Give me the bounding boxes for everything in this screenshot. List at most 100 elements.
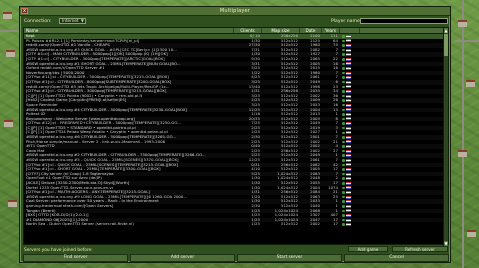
online-status-icon [342,122,345,125]
online-status-icon [342,48,345,52]
column-map-size[interactable]: Map size [262,28,300,33]
country-flag-icon [345,85,351,89]
column-clients[interactable]: Clients [234,28,262,33]
close-icon[interactable]: x [21,8,28,14]
list-scrollbar[interactable]: ▲ ▼ [443,28,448,246]
online-status-icon [342,39,345,43]
start-server-button[interactable]: Start server [237,254,342,262]
add-game-button[interactable]: Add game [348,246,388,252]
country-flag-icon [345,204,351,208]
connection-value: Internet [62,18,79,23]
online-status-icon [342,117,345,121]
online-status-icon [342,172,345,176]
country-flag-icon [345,39,351,43]
online-status-icon [342,218,345,222]
country-flag-icon [345,103,351,107]
country-flag-icon [345,48,351,52]
country-flag-icon [345,126,351,130]
country-flag-icon [345,34,351,38]
online-status-icon [342,223,345,226]
server-date: 2002 [310,222,320,227]
player-name-input[interactable] [360,18,448,24]
country-flag-icon [345,200,351,204]
online-status-icon [342,76,345,79]
scroll-thumb[interactable] [444,34,448,56]
server-row[interactable]: North Sea - Dutch OpenTTD Server (server… [24,222,448,227]
online-status-icon [342,191,345,194]
online-status-icon [342,62,345,66]
cancel-button[interactable]: Cancel [344,254,449,262]
window-titlebar[interactable]: x Multiplayer [20,7,450,16]
online-status-icon [342,108,345,112]
online-status-icon [342,182,345,185]
country-flag-icon [345,135,351,139]
country-flag-icon [345,209,351,213]
online-status-icon [342,103,345,107]
country-flag-icon [345,163,351,167]
country-flag-icon [345,53,351,57]
server-flags [340,222,360,227]
country-flag-icon [345,177,351,181]
country-flag-icon [345,149,351,153]
country-flag-icon [345,80,351,84]
column-years[interactable]: Years [322,28,340,33]
online-status-icon [342,44,345,47]
online-status-icon [342,99,345,102]
connection-dropdown[interactable]: Internet ▼ [59,18,86,24]
country-flag-icon [345,66,351,70]
country-flag-icon [345,99,351,103]
top-controls: Connection: Internet ▼ Player name: [20,17,450,26]
country-flag-icon [345,122,351,126]
online-status-icon [342,214,345,217]
country-flag-icon [345,218,351,222]
country-flag-icon [345,108,351,112]
country-flag-icon [345,140,351,144]
country-flag-icon [345,112,351,116]
connection-label: Connection: [24,19,52,24]
bottom-buttons: Find server Add server Start server Canc… [23,254,449,262]
online-status-icon [342,85,345,89]
country-flag-icon [345,181,351,185]
online-status-icon [342,200,345,203]
country-flag-icon [345,213,351,217]
online-status-icon [342,177,345,180]
window-title: Multiplayer [219,8,251,14]
online-status-icon [342,186,345,190]
online-status-icon [342,126,345,130]
online-status-icon [342,80,345,84]
country-flag-icon [345,186,351,190]
server-clients: 1/25 [251,222,260,227]
country-flag-icon [345,154,351,158]
column-name[interactable]: Name [24,28,234,33]
country-flag-icon [345,168,351,172]
refresh-server-button[interactable]: Refresh server [392,246,448,252]
country-flag-icon [345,131,351,135]
find-server-button[interactable]: Find server [23,254,128,262]
online-status-icon [342,35,345,38]
country-flag-icon [345,89,351,93]
server-rows: Kept 0/ 10 256x256 2100 111 PL Polska ##RL2.1… [24,34,448,245]
scroll-up-icon[interactable]: ▲ [444,28,448,33]
country-flag-icon [345,57,351,61]
country-flag-icon [345,223,351,227]
column-spacer [360,28,448,33]
chevron-down-icon: ▼ [80,18,84,23]
online-status-icon [342,168,345,171]
add-server-button[interactable]: Add server [130,254,235,262]
country-flag-icon [345,71,351,75]
column-flags[interactable] [340,28,360,33]
server-list: Name Clients Map size Date Years Kept 0/ … [23,27,449,246]
online-status-icon [342,58,345,61]
online-status-icon [342,163,345,167]
online-status-icon [342,149,345,153]
column-date[interactable]: Date [300,28,322,33]
country-flag-icon [345,158,351,162]
online-status-icon [342,94,345,98]
online-status-icon [342,113,345,116]
online-status-icon [342,90,345,93]
online-status-icon [342,136,345,139]
server-name: North Sea - Dutch OpenTTD Server (server… [26,222,134,227]
country-flag-icon [345,76,351,80]
server-years: 17 [333,222,338,227]
server-map-size: 512x512 [280,222,298,227]
